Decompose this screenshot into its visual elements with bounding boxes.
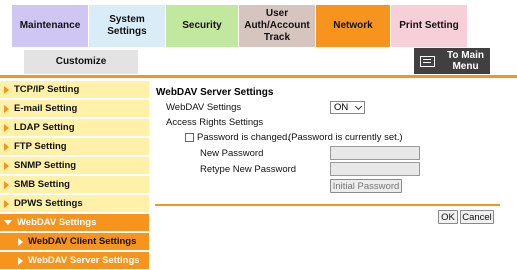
tab-customize-label: Customize [55,56,107,67]
access-rights-label: Access Rights Settings [166,117,264,128]
sidebar: TCP/IP Setting E-mail Setting LDAP Setti… [0,81,149,270]
tab-security[interactable]: Security [166,5,238,47]
sidebar-item-webdav-client[interactable]: WebDAV Client Settings [0,233,149,250]
webdav-settings-label: WebDAV Settings [166,102,242,113]
arrow-right-icon [4,85,9,94]
new-password-field[interactable] [330,146,420,160]
sidebar-item-ftp[interactable]: FTP Setting [0,138,149,155]
tab-maintenance-label: Maintenance [19,20,81,31]
tab-system-settings[interactable]: System Settings [89,5,165,47]
arrow-right-icon [4,161,9,170]
sidebar-item-email[interactable]: E-mail Setting [0,100,149,117]
sidebar-item-dpws[interactable]: DPWS Settings [0,195,149,212]
arrow-right-icon [4,142,9,151]
sidebar-item-webdav[interactable]: WebDAV Settings [0,214,149,231]
tab-network-label: Network [333,20,373,31]
arrow-right-icon [18,237,23,246]
tab-customize[interactable]: Customize [24,50,138,74]
sidebar-item-smb[interactable]: SMB Setting [0,176,149,193]
arrow-right-icon [4,180,9,189]
webdav-settings-select[interactable]: ON [330,101,365,114]
tab-user-auth-account-track[interactable]: User Auth/Account Track [239,5,315,47]
to-main-menu-button[interactable]: To Main Menu [414,48,490,74]
retype-password-field[interactable] [330,162,420,176]
tab-security-label: Security [182,20,222,31]
password-changed-label: Password is changed. [197,132,290,143]
tab-maintenance[interactable]: Maintenance [12,5,88,47]
page-title: WebDAV Server Settings [156,87,274,98]
sidebar-item-snmp[interactable]: SNMP Setting [0,157,149,174]
sidebar-item-webdav-server[interactable]: WebDAV Server Settings [0,252,149,269]
webdav-settings-value: ON [334,102,349,113]
tab-system-settings-label: System Settings [107,14,147,37]
tab-print-setting[interactable]: Print Setting [391,5,467,47]
footer-divider [155,204,500,206]
tab-print-setting-label: Print Setting [399,20,459,31]
chevron-down-icon [354,102,363,111]
tab-user-auth-label: User Auth/Account Track [244,8,310,43]
tab-network[interactable]: Network [316,5,390,47]
password-changed-checkbox[interactable] [185,133,194,142]
sidebar-item-tcpip[interactable]: TCP/IP Setting [0,81,149,98]
new-password-label: New Password [200,148,264,159]
ok-button[interactable]: OK [438,210,458,224]
to-main-menu-label: To Main Menu [446,50,485,72]
sidebar-item-ldap[interactable]: LDAP Setting [0,119,149,136]
arrow-right-icon [4,199,9,208]
arrow-down-icon [4,220,12,225]
menu-icon [420,55,435,67]
cancel-button[interactable]: Cancel [460,210,494,224]
header-divider [0,75,517,78]
arrow-right-icon [4,123,9,132]
retype-password-label: Retype New Password [200,164,297,175]
arrow-right-icon [18,256,23,265]
password-status-text: (Password is currently set.) [288,132,403,143]
initial-password-button[interactable]: Initial Password [330,179,402,193]
arrow-right-icon [4,104,9,113]
